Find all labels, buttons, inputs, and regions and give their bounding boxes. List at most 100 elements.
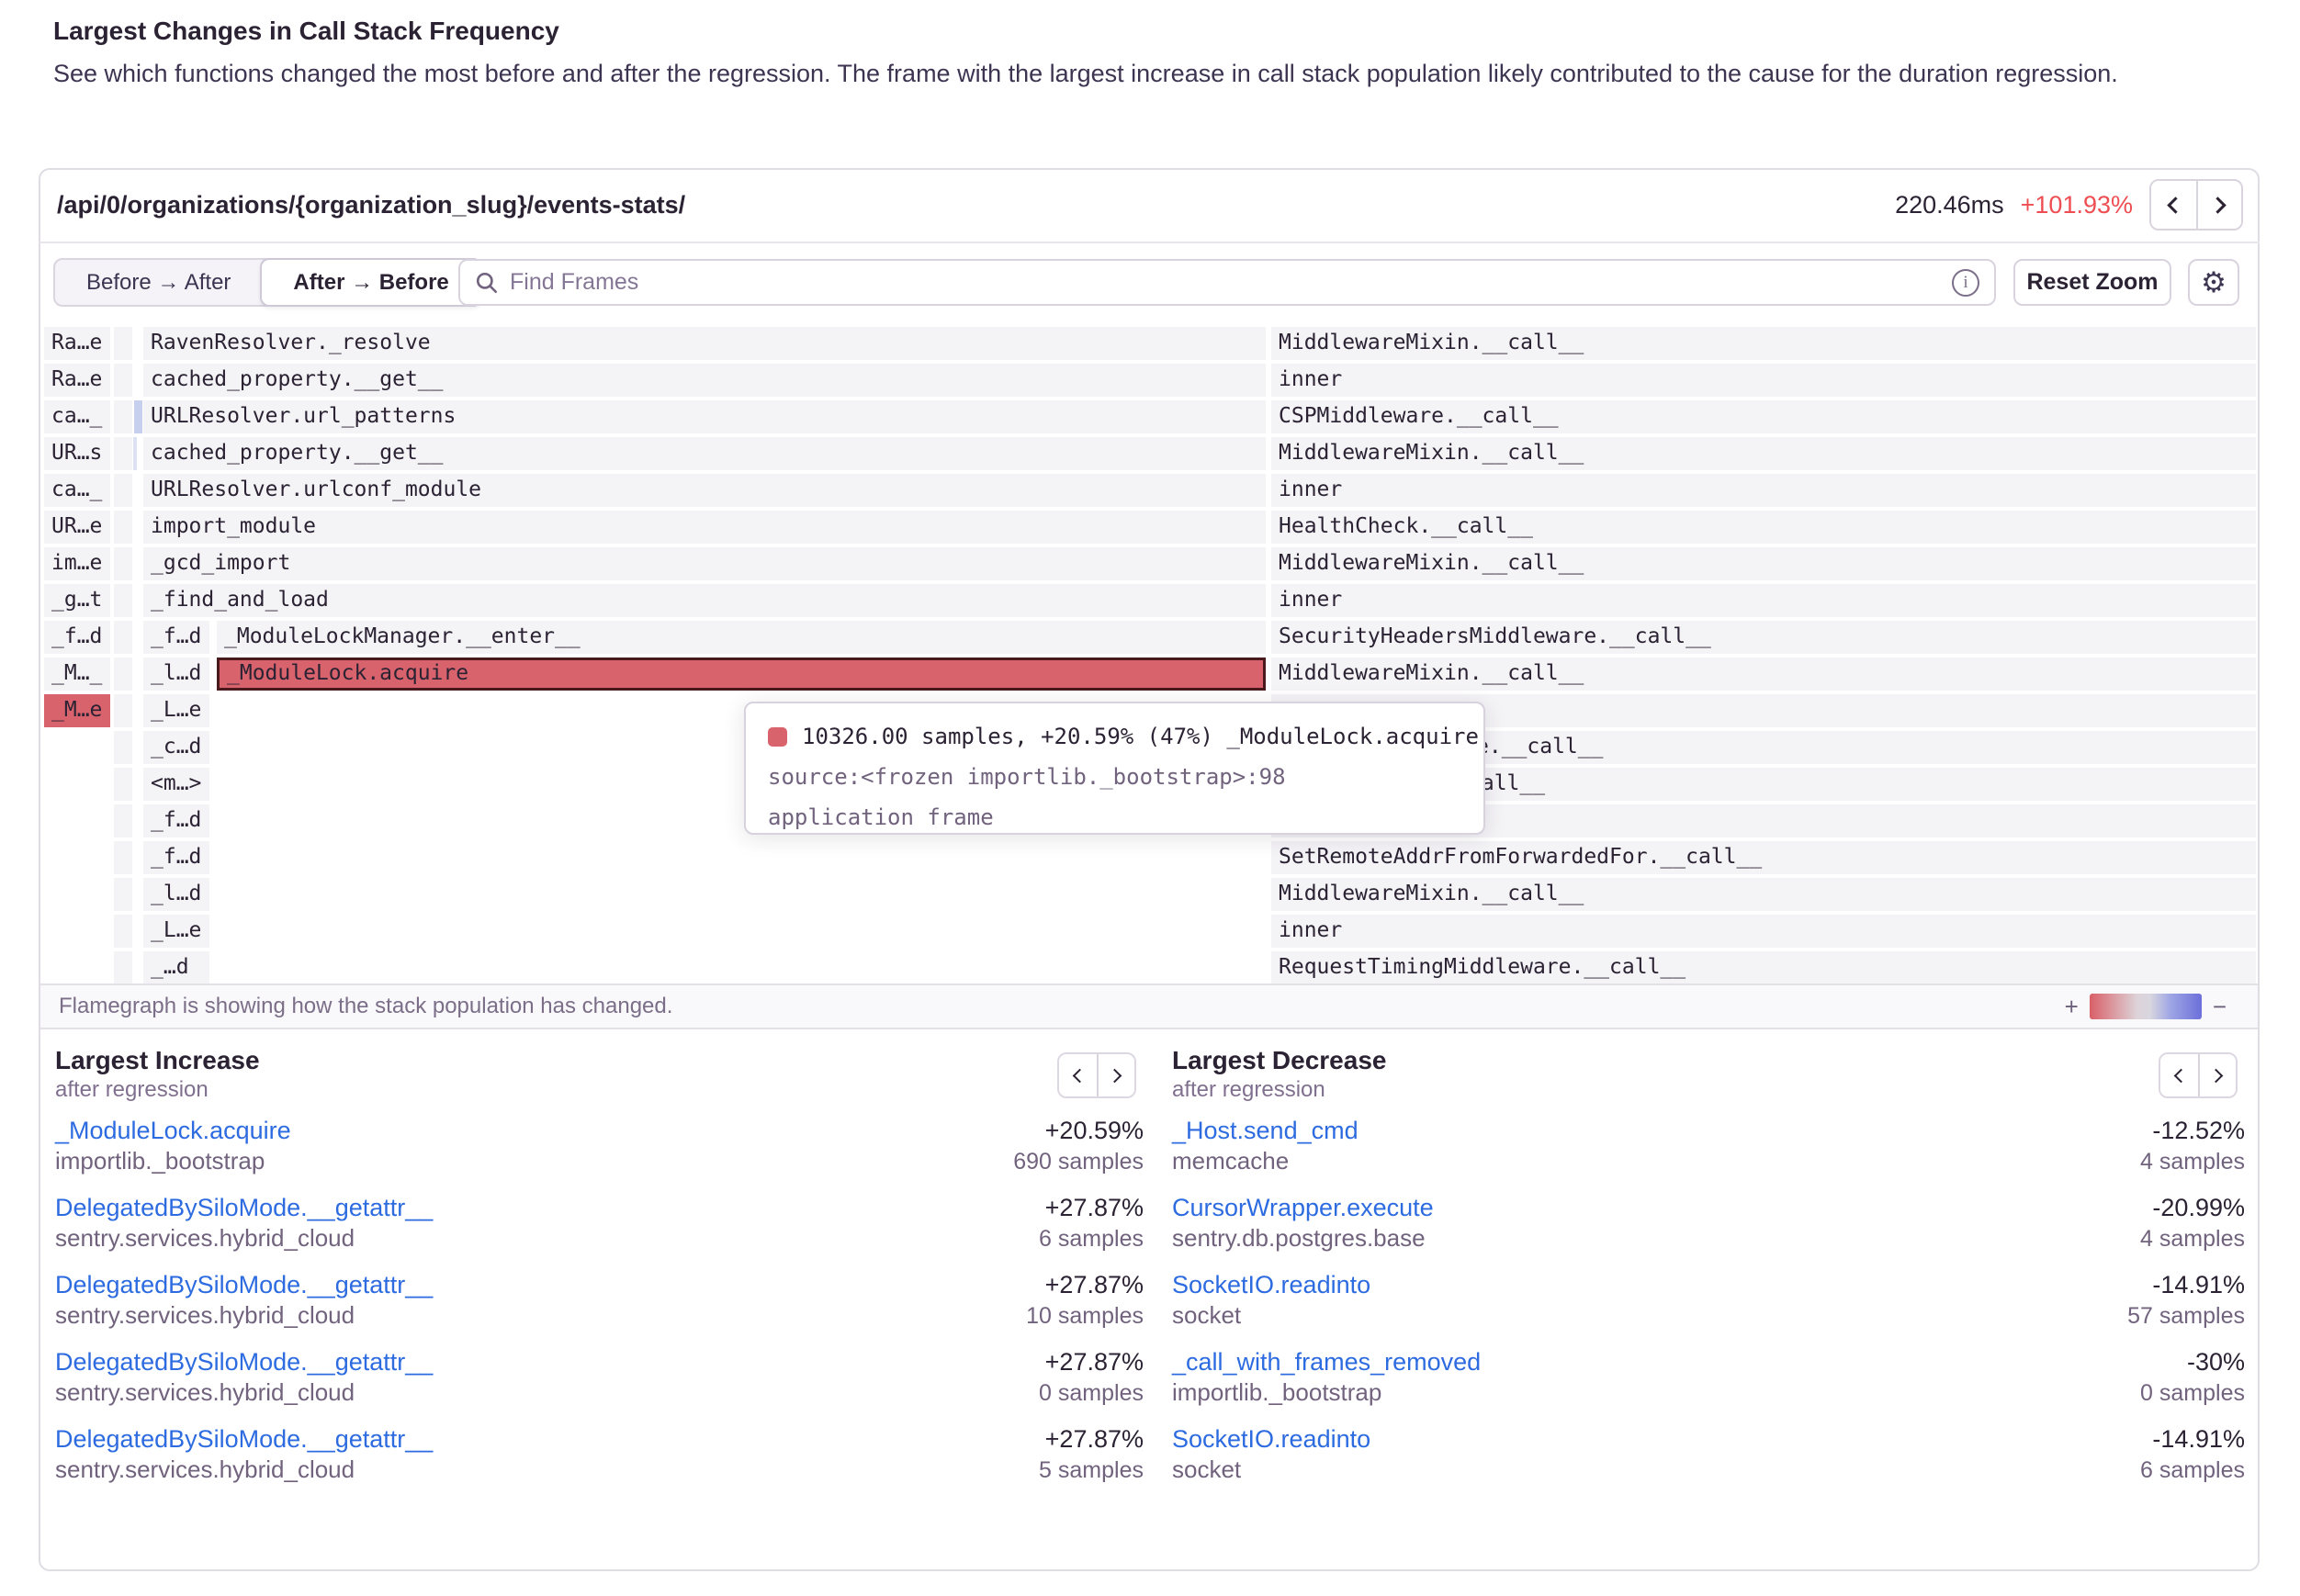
flame-frame[interactable] xyxy=(114,437,132,470)
flame-frame[interactable] xyxy=(114,584,132,617)
flame-frame[interactable] xyxy=(134,400,142,433)
decrease-list-item: _call_with_frames_removed-30%importlib._… xyxy=(1172,1346,2245,1408)
flame-frame[interactable]: MiddlewareMixin.__call__ xyxy=(1271,437,2256,470)
function-link[interactable]: DelegatedBySiloMode.__getattr__ xyxy=(55,1423,433,1455)
function-link[interactable]: DelegatedBySiloMode.__getattr__ xyxy=(55,1346,433,1377)
flame-frame[interactable]: _f…d xyxy=(143,841,209,874)
flame-frame[interactable] xyxy=(114,547,132,580)
flame-frame[interactable]: inner xyxy=(1271,364,2256,397)
decrease-subtitle: after regression xyxy=(1172,1076,2245,1104)
flame-frame[interactable]: _L…e xyxy=(143,915,209,948)
flame-frame[interactable]: <m…> xyxy=(143,768,209,801)
flame-frame[interactable]: _…d xyxy=(143,951,209,984)
flame-frame[interactable] xyxy=(114,474,132,507)
flame-frame[interactable] xyxy=(114,951,132,984)
flame-frame[interactable] xyxy=(114,511,132,544)
flame-frame[interactable]: Ra…e xyxy=(44,327,110,360)
flame-frame[interactable]: cached_property.__get__ xyxy=(143,437,1266,470)
flame-frame[interactable]: CSPMiddleware.__call__ xyxy=(1271,400,2256,433)
flame-frame[interactable]: _g…t xyxy=(44,584,110,617)
flame-frame[interactable]: URLResolver.urlconf_module xyxy=(143,474,1266,507)
function-link[interactable]: DelegatedBySiloMode.__getattr__ xyxy=(55,1192,433,1223)
flame-frame[interactable]: _l…d xyxy=(143,658,209,691)
function-link[interactable]: _Host.send_cmd xyxy=(1172,1115,1359,1146)
increase-next-button[interactable] xyxy=(1097,1054,1134,1096)
flame-frame[interactable]: _L…e xyxy=(143,694,209,727)
flame-frame[interactable]: _M…_ xyxy=(44,658,110,691)
change-percent: +27.87% xyxy=(1045,1192,1144,1223)
increase-subtitle: after regression xyxy=(55,1076,1144,1104)
module-name: sentry.db.postgres.base xyxy=(1172,1223,1426,1253)
flame-frame[interactable]: _f…d xyxy=(44,621,110,654)
increase-list-item: DelegatedBySiloMode.__getattr__+27.87%se… xyxy=(55,1269,1144,1331)
increase-list-item: DelegatedBySiloMode.__getattr__ +27.87% se… xyxy=(55,1192,1144,1253)
flame-frame[interactable] xyxy=(114,878,132,911)
flame-frame[interactable]: im…e xyxy=(44,547,110,580)
flame-frame[interactable]: SetRemoteAddrFromForwardedFor.__call__ xyxy=(1271,841,2256,874)
flame-frame[interactable]: MiddlewareMixin.__call__ xyxy=(1271,878,2256,911)
flame-frame[interactable]: inner xyxy=(1271,915,2256,948)
flame-frame[interactable]: _find_and_load xyxy=(143,584,1266,617)
decrease-list-item: _Host.send_cmd-12.52%memcache4 samples xyxy=(1172,1115,2245,1176)
flame-frame[interactable]: _gcd_import xyxy=(143,547,1266,580)
increase-prev-button[interactable] xyxy=(1059,1054,1097,1096)
flame-frame[interactable]: _l…d xyxy=(143,878,209,911)
flame-frame[interactable]: _ModuleLock.acquire xyxy=(217,658,1266,691)
diff-color-legend: + − xyxy=(2065,993,2227,1021)
flame-frame[interactable]: _c…d xyxy=(143,731,209,764)
function-link[interactable]: SocketIO.readinto xyxy=(1172,1423,1370,1455)
flame-frame[interactable]: MiddlewareMixin.__call__ xyxy=(1271,658,2256,691)
flame-frame[interactable] xyxy=(114,731,132,764)
chevron-right-icon xyxy=(1108,1068,1122,1083)
flame-frame[interactable]: HealthCheck.__call__ xyxy=(1271,511,2256,544)
flame-frame[interactable]: Ra…e xyxy=(44,364,110,397)
sample-count: 6 samples xyxy=(1039,1224,1144,1253)
flame-frame[interactable] xyxy=(114,915,132,948)
sample-count: 10 samples xyxy=(1026,1301,1144,1331)
flame-frame[interactable]: ca…_ xyxy=(44,474,110,507)
flame-frame[interactable]: RequestTimingMiddleware.__call__ xyxy=(1271,951,2256,984)
flame-frame[interactable] xyxy=(114,804,132,837)
function-link[interactable]: _call_with_frames_removed xyxy=(1172,1346,1481,1377)
module-name: sentry.services.hybrid_cloud xyxy=(55,1223,355,1253)
flame-frame[interactable] xyxy=(114,327,132,360)
flame-frame[interactable]: MiddlewareMixin.__call__ xyxy=(1271,547,2256,580)
flame-frame[interactable] xyxy=(114,768,132,801)
flame-frame[interactable] xyxy=(114,694,132,727)
flame-frame[interactable]: URLResolver.url_patterns xyxy=(143,400,1266,433)
function-link[interactable]: _ModuleLock.acquire xyxy=(55,1115,291,1146)
flame-frame[interactable]: RavenResolver._resolve xyxy=(143,327,1266,360)
decrease-next-button[interactable] xyxy=(2198,1054,2236,1096)
flame-frame[interactable]: _M…e xyxy=(44,694,110,727)
flame-frame[interactable]: cached_property.__get__ xyxy=(143,364,1266,397)
flame-frame[interactable]: import_module xyxy=(143,511,1266,544)
flame-frame[interactable]: MiddlewareMixin.__call__ xyxy=(1271,327,2256,360)
flame-frame[interactable] xyxy=(114,364,132,397)
flame-frame[interactable]: ca…_ xyxy=(44,400,110,433)
decrease-prev-button[interactable] xyxy=(2160,1054,2198,1096)
function-link[interactable]: CursorWrapper.execute xyxy=(1172,1192,1434,1223)
decrease-list-item: SocketIO.readinto-14.91%socket57 samples xyxy=(1172,1269,2245,1331)
flame-frame[interactable]: UR…s xyxy=(44,437,110,470)
flame-frame[interactable] xyxy=(133,437,137,470)
flame-frame[interactable]: UR…e xyxy=(44,511,110,544)
flame-frame[interactable]: _f…d xyxy=(143,621,209,654)
sample-count: 0 samples xyxy=(1039,1378,1144,1408)
flame-frame[interactable]: _f…d xyxy=(143,804,209,837)
flame-frame[interactable]: SecurityHeadersMiddleware.__call__ xyxy=(1271,621,2256,654)
flame-frame[interactable]: _ModuleLockManager.__enter__ xyxy=(217,621,1266,654)
flame-frame[interactable] xyxy=(114,841,132,874)
flame-frame[interactable] xyxy=(114,400,132,433)
flame-frame[interactable]: inner xyxy=(1271,474,2256,507)
tooltip-frame-type-line: application frame xyxy=(768,797,1461,837)
module-name: importlib._bootstrap xyxy=(55,1146,265,1175)
largest-increase-panel: Largest Increase after regression _Modul… xyxy=(55,1040,1144,1500)
function-link[interactable]: SocketIO.readinto xyxy=(1172,1269,1370,1300)
flame-frame[interactable] xyxy=(114,658,132,691)
chevron-right-icon xyxy=(2209,1068,2224,1083)
function-link[interactable]: DelegatedBySiloMode.__getattr__ xyxy=(55,1269,433,1300)
flame-frame[interactable] xyxy=(114,621,132,654)
flame-frame[interactable]: inner xyxy=(1271,584,2256,617)
change-percent: -14.91% xyxy=(2152,1269,2245,1300)
module-name: sentry.services.hybrid_cloud xyxy=(55,1377,355,1407)
